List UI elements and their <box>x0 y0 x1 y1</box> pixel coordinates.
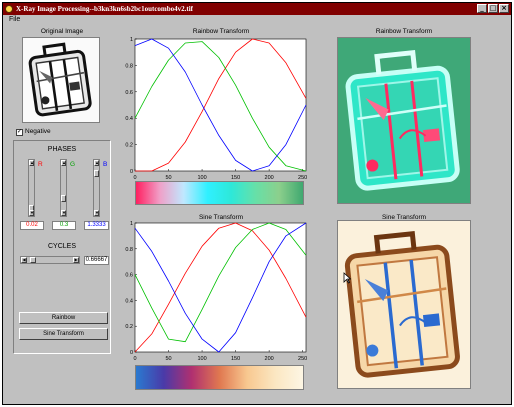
y-tick-label: 1 <box>130 221 133 227</box>
y-tick-label: 0.6 <box>125 273 133 279</box>
g-phase-value[interactable]: 0.3 <box>52 221 76 230</box>
negative-label: Negative <box>25 128 51 135</box>
g-phase-slider[interactable]: ▲ ▼ <box>60 159 67 217</box>
b-slider-thumb[interactable] <box>94 170 99 177</box>
rainbow-xray-graphic <box>338 38 470 203</box>
matlab-app-icon <box>5 5 13 13</box>
r-phase-slider[interactable]: ▲ ▼ <box>28 159 35 217</box>
y-tick-label: 0.4 <box>125 116 133 122</box>
negative-checkbox[interactable]: ✓ <box>16 129 23 136</box>
mouse-cursor-icon <box>343 272 351 284</box>
x-tick-label: 150 <box>231 356 240 362</box>
x-tick-label: 200 <box>265 356 274 362</box>
original-xray-graphic <box>23 38 99 122</box>
sine-plot: 0 0.2 0.4 0.6 0.8 1 0 50 100 150 200 250 <box>122 220 308 364</box>
original-image <box>22 37 100 123</box>
sine-colormap-bar <box>135 365 304 390</box>
y-tick-label: 0.2 <box>125 143 133 149</box>
r-slider-up-arrow[interactable]: ▲ <box>29 160 34 166</box>
window-title: X-Ray Image Processing--b3kn3kn6sb2bc1ou… <box>16 5 194 13</box>
b-slider-up-arrow[interactable]: ▲ <box>94 160 99 166</box>
rainbow-button[interactable]: Rainbow <box>19 312 108 324</box>
b-label: B <box>103 161 108 168</box>
g-slider-down-arrow[interactable]: ▼ <box>61 210 66 216</box>
sine-transform-button[interactable]: Sine Transform <box>19 328 108 340</box>
r-label: R <box>38 161 43 168</box>
y-tick-label: 0.8 <box>125 247 133 253</box>
phases-title: PHASES <box>47 146 77 153</box>
x-tick-label: 0 <box>133 356 136 362</box>
y-tick-label: 0.8 <box>125 63 133 69</box>
g-slider-up-arrow[interactable]: ▲ <box>61 160 66 166</box>
b-phase-value[interactable]: 1.3333 <box>84 221 109 230</box>
y-tick-label: 0.2 <box>125 324 133 330</box>
minimize-button[interactable]: _ <box>477 4 487 13</box>
b-slider-down-arrow[interactable]: ▼ <box>94 210 99 216</box>
x-tick-label: 250 <box>298 356 307 362</box>
cycles-slider-thumb[interactable] <box>30 257 36 263</box>
g-slider-thumb[interactable] <box>61 195 66 202</box>
sine-xray-graphic <box>338 221 470 388</box>
title-bar[interactable]: X-Ray Image Processing--b3kn3kn6sb2bc1ou… <box>3 3 511 15</box>
r-slider-down-arrow[interactable]: ▼ <box>29 210 34 216</box>
plot-axes-box <box>134 222 307 353</box>
rainbow-image-title: Rainbow Transform <box>375 28 433 35</box>
rainbow-plot: 0 0.2 0.4 0.6 0.8 1 0 50 100 150 200 250 <box>122 36 308 183</box>
y-tick-label: 1 <box>130 37 133 43</box>
maximize-button[interactable]: □ <box>488 4 498 13</box>
cycles-left-arrow[interactable]: ◀ <box>21 257 27 263</box>
cycles-title: CYCLES <box>47 243 76 250</box>
close-button[interactable]: × <box>499 4 509 13</box>
x-tick-label: 100 <box>197 356 206 362</box>
original-image-title: Original Image <box>40 28 84 35</box>
r-phase-value[interactable]: 0.02 <box>20 221 44 230</box>
x-tick-label: 50 <box>165 356 171 362</box>
cycles-value[interactable]: 0.66667 <box>84 256 109 265</box>
menu-bar: File <box>3 15 511 25</box>
g-label: G <box>70 161 76 168</box>
cycles-right-arrow[interactable]: ▶ <box>73 257 79 263</box>
cycles-slider[interactable]: ◀ ▶ <box>20 256 80 264</box>
sine-xray-image <box>337 220 471 389</box>
y-tick-label: 0.4 <box>125 298 133 304</box>
rainbow-plot-title: Rainbow Transform <box>192 28 250 35</box>
b-phase-slider[interactable]: ▲ ▼ <box>93 159 100 217</box>
rainbow-xray-image <box>337 37 471 204</box>
y-tick-label: 0.6 <box>125 90 133 96</box>
rainbow-colormap-bar <box>135 181 304 205</box>
menu-file[interactable]: File <box>9 16 20 23</box>
